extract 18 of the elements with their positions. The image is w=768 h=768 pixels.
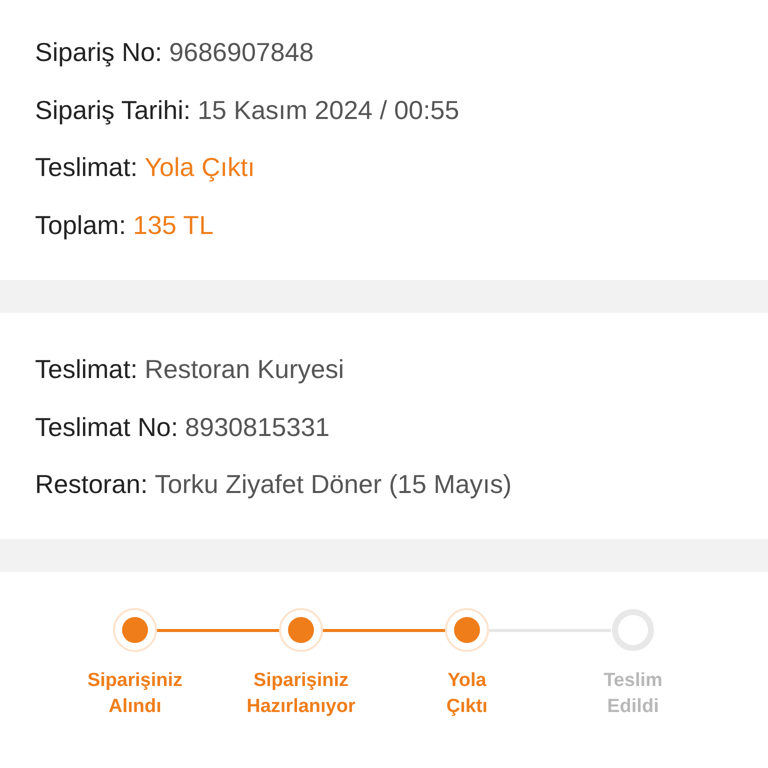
field-label: Toplam: <box>35 210 126 241</box>
field-value: Restoran Kuryesi <box>144 354 344 386</box>
field-label: Teslimat: <box>35 152 138 184</box>
step-label: Teslim Edildi <box>604 668 662 718</box>
field-value: 15 Kasım 2024 / 00:55 <box>198 94 460 126</box>
field-label: Sipariş Tarihi: <box>35 94 191 126</box>
field-value: Yola Çıktı <box>144 152 255 184</box>
field-label: Sipariş No: <box>35 37 162 68</box>
field-label: Restoran: <box>35 469 148 500</box>
field-value: 8930815331 <box>185 412 330 443</box>
step-label: Siparişiniz Hazırlanıyor <box>246 668 356 718</box>
field-value: 9686907848 <box>169 37 314 68</box>
field-value: Torku Ziyafet Döner (15 Mayıs) <box>154 469 512 500</box>
step-label: Yola Çıktı <box>446 668 488 718</box>
step-label: Siparişiniz Alındı <box>87 668 183 718</box>
field-label: Teslimat No: <box>35 412 178 443</box>
field-value: 135 TL <box>133 210 214 241</box>
field-label: Teslimat: <box>35 354 138 386</box>
